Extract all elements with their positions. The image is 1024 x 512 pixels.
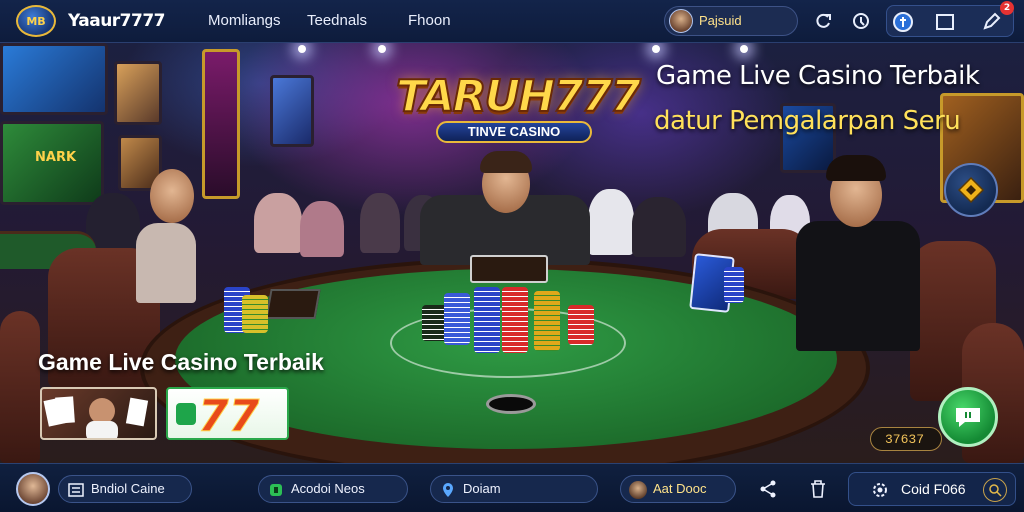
background-person: [300, 201, 344, 257]
bottom-bar: Bndiol Caine Acodoi Neos Doiam Aat Dooc …: [0, 463, 1024, 512]
chip-stack: [534, 291, 560, 351]
background-person: [360, 193, 400, 253]
wall-screen: [114, 61, 162, 125]
bottom-item-label: Bndiol Caine: [91, 481, 165, 496]
diamond-icon: [957, 176, 985, 204]
wall-screen: [270, 75, 314, 147]
search-icon[interactable]: [983, 478, 1007, 502]
live-dealer-game-card[interactable]: [40, 387, 157, 440]
share-icon[interactable]: [756, 477, 780, 501]
chat-button[interactable]: [938, 387, 998, 447]
window-icon[interactable]: [933, 10, 957, 34]
bottom-item-2[interactable]: Acodoi Neos: [258, 475, 408, 503]
screen-label: NARK: [35, 150, 77, 165]
chip-stack: [444, 293, 470, 345]
promo-title: Game Live Casino Terbaik: [38, 349, 324, 375]
wall-screen: NARK: [0, 121, 104, 205]
hero-logo: TARUH777 TINVE CASINO: [395, 65, 642, 143]
top-actions-group: [886, 5, 1014, 37]
playing-cards-icon: [43, 396, 149, 438]
location-icon: [439, 481, 457, 499]
user-avatar: [669, 9, 693, 33]
card-tray: [470, 255, 548, 283]
hero-banner: NARK TARUH777 TINVE CASINO Game Live Cas…: [0, 43, 1024, 463]
bottom-item-label: Aat Dooc: [653, 481, 707, 496]
bottom-item-label: Acodoi Neos: [291, 481, 365, 496]
chip-stack: [724, 267, 744, 303]
headline-line-1: Game Live Casino Terbaik: [656, 61, 980, 91]
refresh-icon[interactable]: [810, 8, 836, 34]
notification-badge: 2: [1000, 1, 1014, 15]
background-person: [632, 197, 686, 257]
edit-icon[interactable]: [979, 10, 1003, 34]
background-person: [588, 189, 634, 255]
chip-tray: [265, 289, 321, 319]
chair: [0, 311, 40, 463]
ceiling-light: [378, 45, 386, 53]
diamond-button[interactable]: [944, 163, 998, 217]
bottom-item-4[interactable]: Aat Dooc: [620, 475, 736, 503]
bottom-item-label: Doiam: [463, 481, 501, 496]
hero-logo-title: TARUH777: [395, 70, 642, 123]
chat-bubble-icon: [956, 408, 980, 427]
chip-stack: [568, 305, 594, 345]
chip-stack: [474, 287, 500, 353]
wall-screen: [0, 43, 108, 115]
user-name: Pajsuid: [699, 13, 742, 28]
gold-balance-label: Coid F066: [901, 481, 966, 497]
game-icon: [267, 481, 285, 499]
table-cup: [486, 394, 536, 414]
ceiling-light: [652, 45, 660, 53]
bottom-item-1[interactable]: Bndiol Caine: [58, 475, 192, 503]
profile-avatar[interactable]: [16, 472, 50, 506]
list-icon: [67, 481, 85, 499]
chip-stack: [502, 287, 528, 353]
nav-link-1[interactable]: Momliangs: [208, 12, 281, 29]
wall-screen: [202, 49, 240, 199]
promo-badge: 77: [197, 391, 260, 440]
headline-line-2: datur Pemgalarpan Seru: [654, 106, 961, 136]
promo-code: 37637: [885, 432, 925, 447]
support-icon[interactable]: [848, 8, 874, 34]
chip-stack: [242, 295, 268, 333]
hero-logo-subtitle: TINVE CASINO: [436, 121, 592, 143]
brand-logo-text: MB: [26, 14, 46, 28]
play-icon: [176, 403, 196, 425]
background-person: [254, 193, 302, 253]
brand-logo[interactable]: MB: [16, 5, 56, 37]
nav-link-3[interactable]: Fhoon: [408, 12, 451, 29]
promo-code-pill[interactable]: 37637: [870, 427, 942, 451]
user-profile-button[interactable]: Pajsuid: [664, 6, 798, 36]
slot-777-game-card[interactable]: 77: [166, 387, 289, 440]
brand-name[interactable]: Yaaur7777: [68, 11, 166, 31]
coin-icon[interactable]: [891, 10, 915, 34]
ceiling-light: [740, 45, 748, 53]
avatar: [629, 481, 647, 499]
trash-icon[interactable]: [806, 477, 830, 501]
gold-balance[interactable]: Coid F066: [848, 472, 1016, 506]
bottom-item-3[interactable]: Doiam: [430, 475, 598, 503]
top-bar: MB Yaaur7777 Momliangs Teednals Fhoon Pa…: [0, 0, 1024, 43]
nav-link-2[interactable]: Teednals: [307, 12, 367, 29]
gear-icon: [869, 479, 891, 501]
ceiling-light: [298, 45, 306, 53]
